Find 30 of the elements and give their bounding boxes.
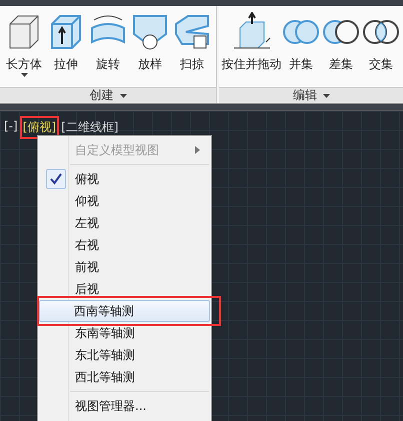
- ribbon-tool-button[interactable]: 并集: [282, 12, 320, 73]
- menu-item[interactable]: 俯视: [40, 168, 209, 190]
- menu-item[interactable]: 仰视: [40, 190, 209, 212]
- menu-item[interactable]: 视图管理器...: [40, 395, 209, 417]
- menu-item[interactable]: 东北等轴测: [40, 344, 209, 366]
- submenu-arrow-icon: [195, 146, 200, 154]
- viewport-control[interactable]: [-]: [4, 119, 18, 136]
- viewport-control[interactable]: [二维线框]: [61, 119, 118, 136]
- loft-shape-icon: [130, 12, 170, 52]
- ribbon-tool-button[interactable]: 按住并拖动: [223, 12, 280, 73]
- ribbon-tool-button[interactable]: 放样: [130, 12, 170, 73]
- menu-item[interactable]: 左视: [40, 212, 209, 234]
- ribbon-tool-button[interactable]: 拉伸: [46, 12, 86, 73]
- panel-title[interactable]: 创建: [0, 87, 216, 103]
- caret-icon: [323, 94, 330, 98]
- panel-title[interactable]: 编辑: [219, 87, 403, 103]
- ribbon-tool-button[interactable]: 旋转: [88, 12, 128, 73]
- ribbon-tool-button[interactable]: 交集: [362, 12, 400, 73]
- menu-item[interactable]: 西南等轴测: [39, 300, 210, 322]
- checkmark-icon: [50, 173, 62, 185]
- ribbon-tool-button[interactable]: 长方体: [4, 12, 44, 77]
- viewport-control[interactable]: [俯视]: [22, 119, 56, 136]
- menu-item[interactable]: 右视: [40, 234, 209, 256]
- ribbon-tool-button[interactable]: 扫掠: [172, 12, 212, 73]
- caret-icon: [120, 94, 126, 98]
- menu-item[interactable]: 后视: [40, 278, 209, 300]
- menu-item[interactable]: 前视: [40, 256, 209, 278]
- menu-item[interactable]: 东南等轴测: [40, 322, 209, 344]
- menu-item[interactable]: 西北等轴测: [40, 366, 209, 388]
- ribbon-tool-button[interactable]: 差集: [322, 12, 360, 73]
